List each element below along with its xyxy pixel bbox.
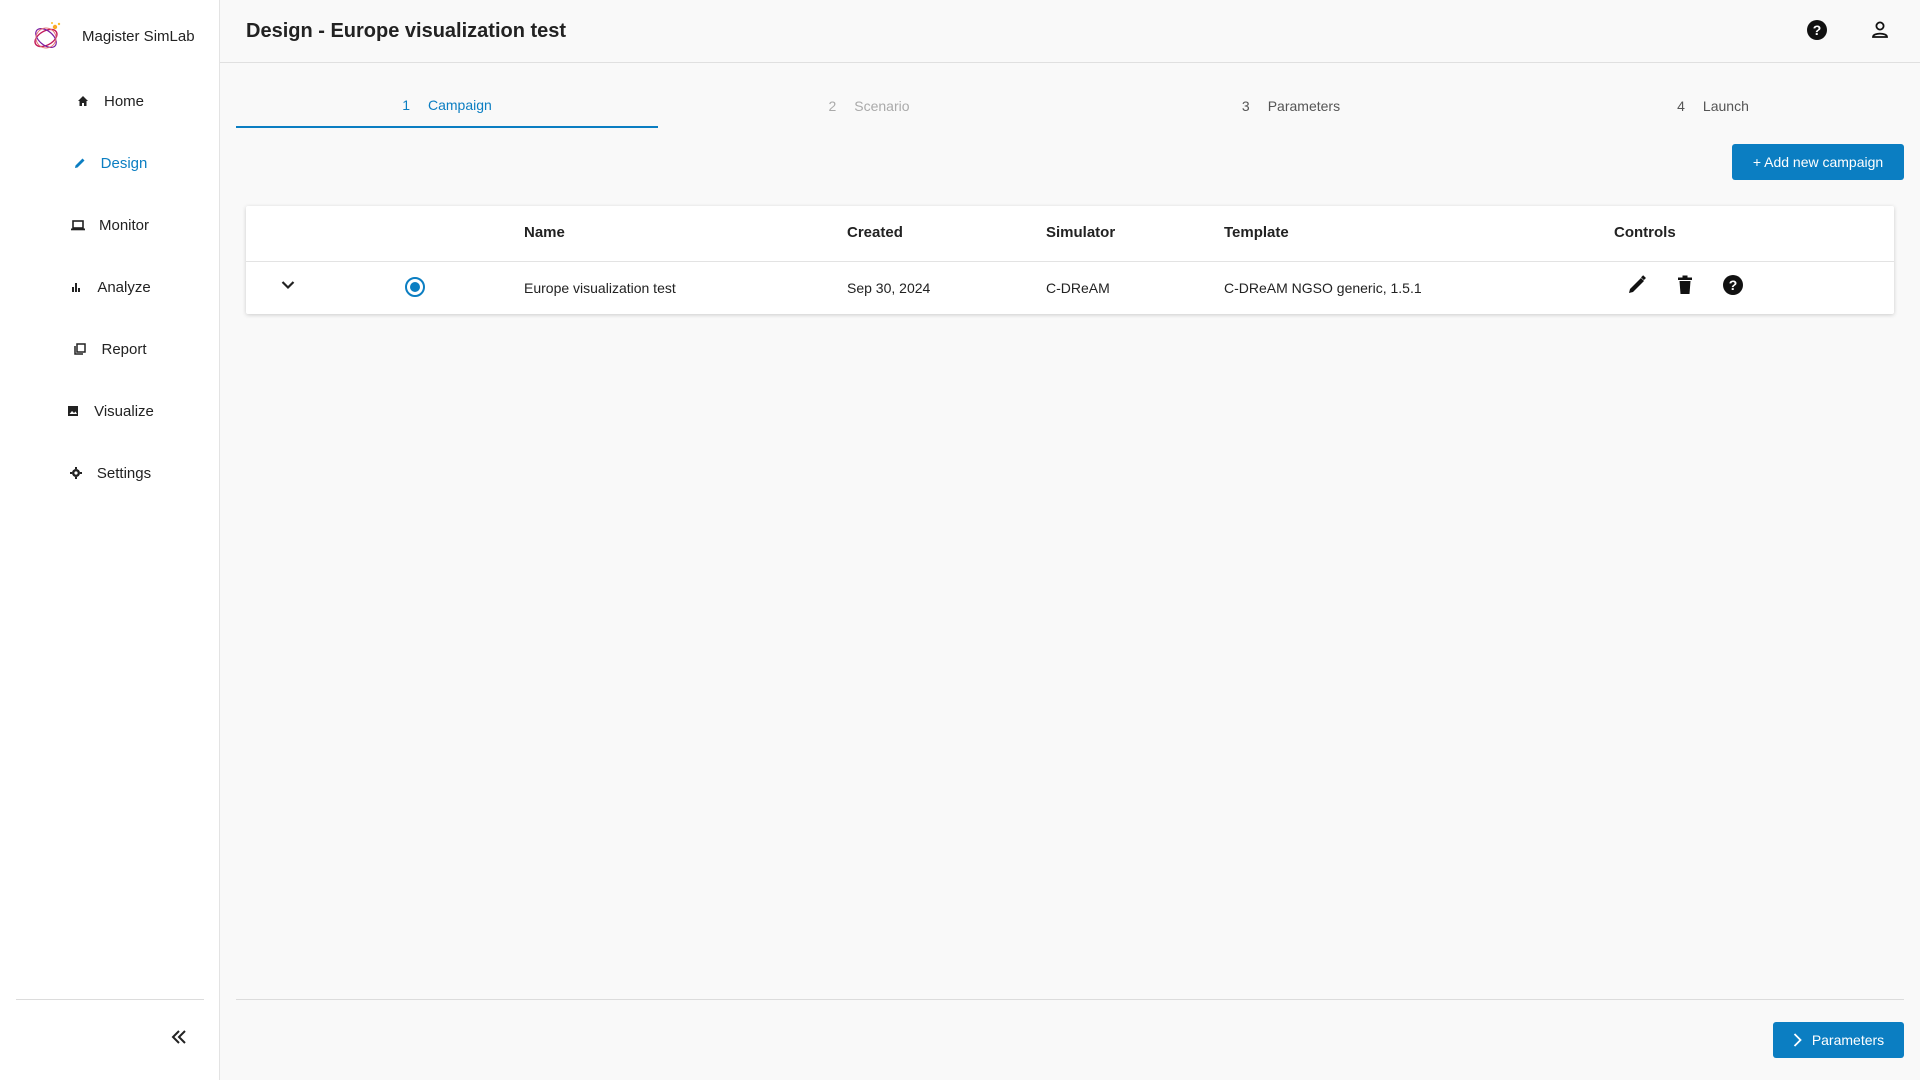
- user-menu-button[interactable]: [1868, 20, 1892, 44]
- svg-text:?: ?: [1813, 22, 1822, 38]
- table-header-divider: [246, 261, 1894, 262]
- double-chevron-left-icon: [171, 1029, 187, 1049]
- pencil-icon: [1627, 274, 1647, 300]
- sidebar-item-design[interactable]: Design: [0, 132, 220, 194]
- user-icon: [1870, 20, 1890, 45]
- campaign-table: Name Created Simulator Template Controls…: [246, 206, 1894, 314]
- add-new-campaign-button[interactable]: + Add new campaign: [1732, 144, 1904, 180]
- step-number: 3: [1241, 98, 1250, 114]
- collapse-sidebar-button[interactable]: [168, 1028, 190, 1050]
- gear-icon: [69, 466, 83, 480]
- trash-icon: [1676, 275, 1694, 300]
- chevron-right-icon: [1793, 1033, 1802, 1047]
- app-name: Magister SimLab: [82, 27, 195, 45]
- image-icon: [66, 404, 80, 418]
- step-campaign[interactable]: 1 Campaign: [236, 84, 658, 128]
- sidebar-item-report[interactable]: Report: [0, 318, 220, 380]
- next-button-label: Parameters: [1811, 1032, 1885, 1048]
- cell-template: C-DReAM NGSO generic, 1.5.1: [1224, 280, 1422, 296]
- row-help-button[interactable]: ?: [1722, 274, 1744, 301]
- pencil-icon: [73, 156, 87, 170]
- sidebar-item-settings[interactable]: Settings: [0, 442, 220, 504]
- wizard-stepper: 1 Campaign 2 Scenario 3 Parameters 4 Lau…: [236, 84, 1920, 128]
- next-parameters-button[interactable]: Parameters: [1773, 1022, 1904, 1058]
- delete-button[interactable]: [1674, 275, 1696, 300]
- sidebar: Magister SimLab Home Design Monitor Anal…: [0, 0, 220, 1080]
- column-header-simulator[interactable]: Simulator: [1046, 224, 1115, 241]
- sidebar-item-label: Monitor: [98, 216, 150, 234]
- column-header-name[interactable]: Name: [524, 224, 565, 241]
- column-header-created[interactable]: Created: [847, 224, 903, 241]
- column-header-template[interactable]: Template: [1224, 224, 1289, 241]
- step-label: Parameters: [1267, 98, 1341, 114]
- bar-chart-icon: [69, 280, 83, 294]
- page-title: Design - Europe visualization test: [246, 20, 567, 42]
- expand-row-button[interactable]: [278, 276, 298, 296]
- help-circle-icon: ?: [1722, 274, 1744, 301]
- brand[interactable]: Magister SimLab: [28, 18, 195, 54]
- help-button[interactable]: ?: [1805, 19, 1829, 46]
- sidebar-item-label: Home: [103, 92, 144, 110]
- sidebar-item-label: Visualize: [94, 402, 154, 420]
- sidebar-item-home[interactable]: Home: [0, 70, 220, 132]
- cell-simulator: C-DReAM: [1046, 280, 1110, 296]
- row-select-radio[interactable]: [405, 277, 425, 297]
- step-number: 4: [1677, 98, 1685, 114]
- edit-button[interactable]: [1626, 274, 1648, 300]
- column-header-controls: Controls: [1614, 224, 1676, 241]
- app-logo-icon: [28, 18, 64, 54]
- cell-created: Sep 30, 2024: [847, 280, 931, 296]
- step-scenario[interactable]: 2 Scenario: [658, 84, 1080, 128]
- sidebar-divider: [16, 999, 204, 1000]
- step-number: 1: [402, 97, 410, 113]
- sidebar-item-analyze[interactable]: Analyze: [0, 256, 220, 318]
- home-icon: [76, 94, 90, 108]
- sidebar-item-label: Design: [100, 154, 148, 172]
- sidebar-item-visualize[interactable]: Visualize: [0, 380, 220, 442]
- sidebar-item-label: Analyze: [97, 278, 151, 296]
- sidebar-item-label: Report: [101, 340, 147, 358]
- help-circle-icon: ?: [1806, 19, 1828, 46]
- main-nav: Home Design Monitor Analyze Report Visua…: [0, 70, 220, 504]
- footer-divider: [236, 999, 1904, 1000]
- step-number: 2: [828, 98, 837, 114]
- sidebar-item-monitor[interactable]: Monitor: [0, 194, 220, 256]
- svg-text:?: ?: [1729, 277, 1738, 293]
- top-header: Design - Europe visualization test ?: [220, 0, 1920, 63]
- report-icon: [73, 342, 87, 356]
- step-launch[interactable]: 4 Launch: [1502, 84, 1920, 128]
- step-label: Launch: [1702, 98, 1749, 114]
- chevron-down-icon: [281, 277, 295, 295]
- step-label: Scenario: [854, 98, 910, 114]
- cell-name: Europe visualization test: [524, 280, 676, 296]
- step-label: Campaign: [427, 97, 492, 113]
- laptop-icon: [70, 218, 85, 232]
- step-parameters[interactable]: 3 Parameters: [1080, 84, 1502, 128]
- sidebar-item-label: Settings: [96, 464, 152, 482]
